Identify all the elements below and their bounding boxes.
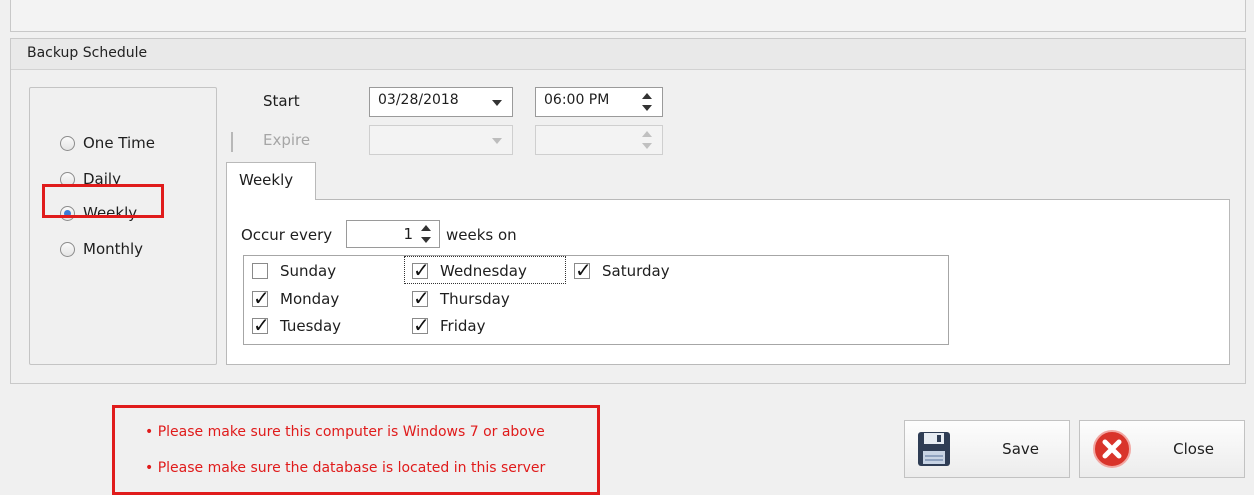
expire-checkbox[interactable] — [231, 132, 233, 152]
day-label: Friday — [440, 317, 486, 335]
save-label: Save — [1002, 440, 1039, 458]
top-panel — [10, 0, 1246, 32]
close-button[interactable]: Close — [1079, 420, 1245, 478]
frequency-box: One Time Daily Weekly Monthly — [29, 87, 217, 365]
spin-arrows-icon[interactable] — [642, 92, 654, 112]
expire-time-spinner[interactable] — [535, 125, 663, 155]
interval-spinner[interactable]: 1 — [346, 220, 440, 248]
checkbox-checked[interactable] — [252, 313, 270, 337]
day-friday[interactable]: Friday — [412, 313, 486, 338]
floppy-disk-icon — [918, 432, 950, 466]
radio-label: Monthly — [83, 240, 144, 258]
expire-date-picker[interactable] — [369, 125, 513, 155]
occur-every-label: Occur every — [241, 226, 333, 244]
start-time-spinner[interactable]: 06:00 PM — [535, 87, 663, 117]
interval-value: 1 — [403, 225, 413, 243]
notes-highlight-box: • Please make sure this computer is Wind… — [112, 405, 600, 495]
tab-weekly[interactable]: Weekly — [226, 162, 316, 200]
checkbox-checked[interactable] — [252, 286, 270, 310]
note-database: • Please make sure the database is locat… — [145, 460, 546, 476]
radio-button[interactable] — [60, 241, 75, 257]
note-windows: • Please make sure this computer is Wind… — [145, 424, 545, 440]
radio-one-time[interactable]: One Time — [60, 130, 155, 156]
day-thursday[interactable]: Thursday — [412, 286, 510, 311]
chevron-down-icon[interactable] — [492, 100, 502, 106]
start-date-value: 03/28/2018 — [378, 92, 459, 108]
close-circle-icon — [1093, 430, 1131, 468]
weeks-on-label: weeks on — [446, 226, 517, 244]
expire-label: Expire — [263, 131, 311, 149]
day-tuesday[interactable]: Tuesday — [252, 313, 342, 338]
tab-label: Weekly — [239, 171, 294, 189]
start-time-value: 06:00 PM — [544, 92, 610, 108]
day-monday[interactable]: Monday — [252, 286, 340, 311]
radio-label: One Time — [83, 134, 156, 152]
day-sunday[interactable]: Sunday — [252, 259, 336, 283]
checkbox[interactable] — [252, 263, 268, 279]
day-label: Thursday — [440, 290, 510, 308]
checkbox-checked[interactable] — [412, 258, 430, 282]
checkbox-checked[interactable] — [412, 313, 430, 337]
day-label: Wednesday — [440, 262, 527, 280]
save-button[interactable]: Save — [904, 420, 1070, 478]
start-label: Start — [263, 92, 300, 110]
group-title: Backup Schedule — [27, 45, 148, 61]
radio-monthly[interactable]: Monthly — [60, 236, 143, 262]
start-date-picker[interactable]: 03/28/2018 — [369, 87, 513, 117]
day-wednesday[interactable]: Wednesday — [412, 258, 527, 283]
spin-arrows-icon[interactable] — [421, 224, 433, 244]
group-header: Backup Schedule — [11, 39, 1245, 70]
day-label: Sunday — [280, 262, 337, 280]
checkbox-checked[interactable] — [574, 258, 592, 282]
spin-arrows-icon[interactable] — [642, 130, 654, 150]
chevron-down-icon[interactable] — [492, 138, 502, 144]
radio-button[interactable] — [60, 135, 75, 151]
close-label: Close — [1173, 440, 1214, 458]
day-saturday[interactable]: Saturday — [574, 258, 670, 283]
checkbox-checked[interactable] — [412, 286, 430, 310]
weekly-highlight-box — [42, 184, 164, 218]
day-label: Saturday — [602, 262, 670, 280]
day-label: Monday — [280, 290, 340, 308]
day-label: Tuesday — [280, 317, 342, 335]
